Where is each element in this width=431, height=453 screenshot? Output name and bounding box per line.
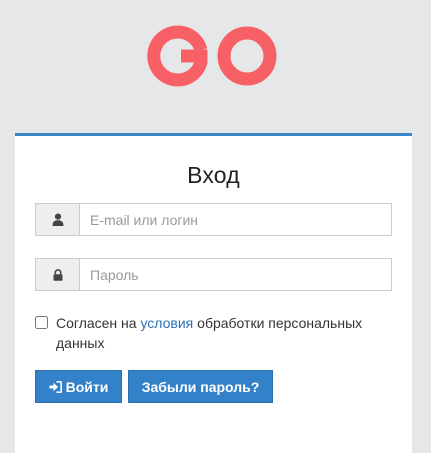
email-field[interactable]	[79, 203, 392, 236]
login-button[interactable]: Войти	[35, 370, 122, 403]
forgot-password-button[interactable]: Забыли пароль?	[128, 370, 273, 403]
sign-in-icon	[49, 380, 62, 393]
forgot-password-label: Забыли пароль?	[141, 378, 260, 395]
email-input-group	[35, 203, 392, 236]
agree-terms: Согласен на условия обработки персональн…	[35, 313, 385, 353]
password-input-group	[35, 258, 392, 291]
login-title: Вход	[187, 162, 240, 188]
agree-prefix: Согласен на	[56, 315, 141, 331]
login-button-label: Войти	[65, 378, 109, 395]
password-field[interactable]	[79, 258, 392, 291]
go-logo	[147, 25, 277, 87]
lock-icon	[35, 258, 79, 291]
agree-label: Согласен на условия обработки персональн…	[35, 313, 385, 353]
login-card: Вход Согласен на условия обработки персо…	[15, 133, 412, 453]
user-icon	[35, 203, 79, 236]
terms-link[interactable]: условия	[140, 315, 193, 331]
agree-checkbox[interactable]	[35, 316, 48, 329]
